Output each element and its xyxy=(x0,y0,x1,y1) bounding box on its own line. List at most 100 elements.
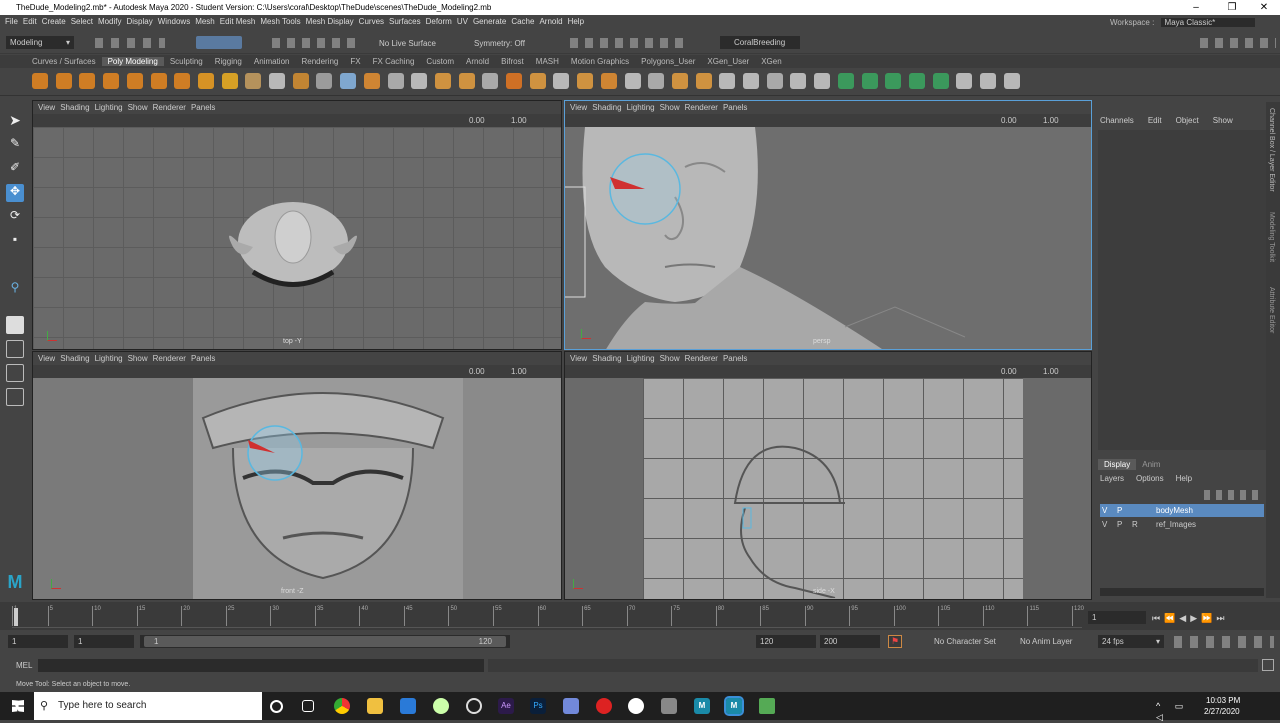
viewport-menu-lighting[interactable]: Lighting xyxy=(95,354,123,363)
exposure-value[interactable]: 0.00 xyxy=(1001,116,1017,125)
shelf-tool-icon[interactable] xyxy=(32,73,48,89)
viewport-menu-show[interactable]: Show xyxy=(128,103,148,112)
shelf-tool-icon[interactable] xyxy=(387,73,404,89)
current-time-marker[interactable] xyxy=(14,608,18,626)
shelf-tool-icon[interactable] xyxy=(340,73,357,89)
channel-menu-object[interactable]: Object xyxy=(1176,116,1199,125)
playback-start-field[interactable] xyxy=(74,635,134,648)
shelf-tool-icon[interactable] xyxy=(292,73,309,89)
menu-cache[interactable]: Cache xyxy=(511,17,534,26)
menu-uv[interactable]: UV xyxy=(457,17,468,26)
shelf-tool-icon[interactable] xyxy=(790,73,807,89)
shelf-tool-icon[interactable] xyxy=(885,73,902,89)
shelf-tab-curves-surfaces[interactable]: Curves / Surfaces xyxy=(26,57,102,66)
menu-help[interactable]: Help xyxy=(568,17,584,26)
exposure-value[interactable]: 0.00 xyxy=(1001,367,1017,376)
shelf-tool-icon[interactable] xyxy=(600,73,617,89)
menu-mesh[interactable]: Mesh xyxy=(195,17,215,26)
paint-select-icon[interactable]: ✐ xyxy=(6,160,24,178)
viewport-menu-show[interactable]: Show xyxy=(660,354,680,363)
outliner-layout-icon[interactable] xyxy=(6,388,24,406)
move-tool-icon[interactable]: ✥ xyxy=(6,184,24,202)
maya-taskbar-icon[interactable]: M xyxy=(694,698,710,714)
playback-end-field[interactable] xyxy=(756,635,816,648)
viewport-front[interactable]: View Shading Lighting Show Renderer Panels 0.… xyxy=(32,351,562,600)
mail-icon[interactable] xyxy=(400,698,416,714)
script-editor-icon[interactable] xyxy=(1262,659,1274,671)
minimize-icon[interactable]: – xyxy=(1184,0,1208,15)
shelf-tab-bifrost[interactable]: Bifrost xyxy=(495,57,530,66)
gamma-value[interactable]: 1.00 xyxy=(1043,367,1059,376)
shelf-tab-animation[interactable]: Animation xyxy=(248,57,296,66)
layer-r-toggle[interactable]: R xyxy=(1132,518,1138,531)
shelf-tool-icon[interactable] xyxy=(553,73,570,89)
menu-mesh-display[interactable]: Mesh Display xyxy=(306,17,354,26)
exposure-value[interactable]: 0.00 xyxy=(469,116,485,125)
layer-p-toggle[interactable]: P xyxy=(1117,504,1122,517)
shelf-tool-icon[interactable] xyxy=(55,73,72,89)
shelf-tool-icon[interactable] xyxy=(743,73,759,89)
range-slider-handle[interactable]: 1 120 xyxy=(144,636,506,647)
viewport-menu-renderer[interactable]: Renderer xyxy=(153,103,186,112)
auto-key-icon[interactable]: ⚑ xyxy=(888,635,902,648)
shelf-tab-poly-modeling[interactable]: Poly Modeling xyxy=(101,57,164,66)
range-slider-track[interactable]: 1 120 xyxy=(140,635,510,648)
viewport-menu-renderer[interactable]: Renderer xyxy=(685,103,718,112)
app-icon-6[interactable] xyxy=(759,698,775,714)
shelf-tool-icon[interactable] xyxy=(908,73,925,89)
last-tool-icon[interactable]: ⚲ xyxy=(6,280,24,298)
shelf-tool-icon[interactable] xyxy=(719,73,736,89)
side-tab-channel-box[interactable]: Channel Box / Layer Editor xyxy=(1268,108,1275,192)
viewport-menu-lighting[interactable]: Lighting xyxy=(627,103,655,112)
snap-icons[interactable] xyxy=(272,38,362,48)
viewport-menu-panels[interactable]: Panels xyxy=(191,103,215,112)
menu-windows[interactable]: Windows xyxy=(158,17,190,26)
viewport-menu-view[interactable]: View xyxy=(38,354,55,363)
command-input[interactable] xyxy=(38,659,484,672)
viewport-side[interactable]: View Shading Lighting Show Renderer Panels 0.… xyxy=(564,351,1092,600)
layout-icons[interactable] xyxy=(1200,38,1276,48)
shelf-tab-mash[interactable]: MASH xyxy=(530,57,565,66)
end-time-field[interactable] xyxy=(820,635,880,648)
menu-edit-mesh[interactable]: Edit Mesh xyxy=(220,17,256,26)
shelf-tool-icon[interactable] xyxy=(577,73,594,89)
chrome-icon[interactable] xyxy=(334,698,350,714)
user-account-menu[interactable]: CoralBreeding xyxy=(720,36,800,49)
shelf-tool-icon[interactable] xyxy=(434,73,451,89)
select-tool-icon[interactable]: ➤ xyxy=(6,112,24,130)
tray-icons[interactable]: ^ ▭ ◁ xyxy=(1156,701,1196,722)
shelf-tool-icon[interactable] xyxy=(103,73,120,89)
shelf-tab-fx[interactable]: FX xyxy=(344,57,366,66)
quick-layout-icon[interactable] xyxy=(6,316,24,334)
search-box[interactable]: ⚲ Type here to search xyxy=(34,692,262,720)
shelf-tab-xgen-user[interactable]: XGen_User xyxy=(701,57,755,66)
shelf-tool-icon[interactable] xyxy=(316,73,333,89)
shelf-tool-icon[interactable] xyxy=(363,73,380,89)
shelf-tab-custom[interactable]: Custom xyxy=(420,57,460,66)
shelf-tool-icon[interactable] xyxy=(221,73,238,89)
shelf-tab-fx-caching[interactable]: FX Caching xyxy=(367,57,421,66)
layer-tab-anim[interactable]: Anim xyxy=(1136,459,1166,470)
shelf-tool-icon[interactable] xyxy=(197,73,214,89)
clock-time[interactable]: 10:03 PM xyxy=(1206,696,1240,705)
viewport-persp[interactable]: View Shading Lighting Show Renderer Panels 0.… xyxy=(564,100,1092,350)
app-icon-4[interactable] xyxy=(628,698,644,714)
discord-icon[interactable] xyxy=(563,698,579,714)
shelf-tool-icon[interactable] xyxy=(411,73,428,89)
gamma-value[interactable]: 1.00 xyxy=(1043,116,1059,125)
app-icon-5[interactable] xyxy=(661,698,677,714)
viewport-menu-panels[interactable]: Panels xyxy=(191,354,215,363)
shelf-tool-icon[interactable] xyxy=(126,73,143,89)
viewport-menu-view[interactable]: View xyxy=(570,103,587,112)
character-set-label[interactable]: No Character Set xyxy=(934,637,996,646)
task-view-icon[interactable] xyxy=(302,700,314,712)
shelf-tool-icon[interactable] xyxy=(245,73,262,89)
side-tab-modeling-toolkit[interactable]: Modeling Toolkit xyxy=(1268,212,1275,262)
menu-deform[interactable]: Deform xyxy=(426,17,452,26)
exposure-value[interactable]: 0.00 xyxy=(469,367,485,376)
viewport-menu-shading[interactable]: Shading xyxy=(60,103,89,112)
menu-file[interactable]: File xyxy=(5,17,18,26)
menu-display[interactable]: Display xyxy=(127,17,153,26)
viewport-menu-view[interactable]: View xyxy=(38,103,55,112)
viewport-menu-shading[interactable]: Shading xyxy=(592,354,621,363)
